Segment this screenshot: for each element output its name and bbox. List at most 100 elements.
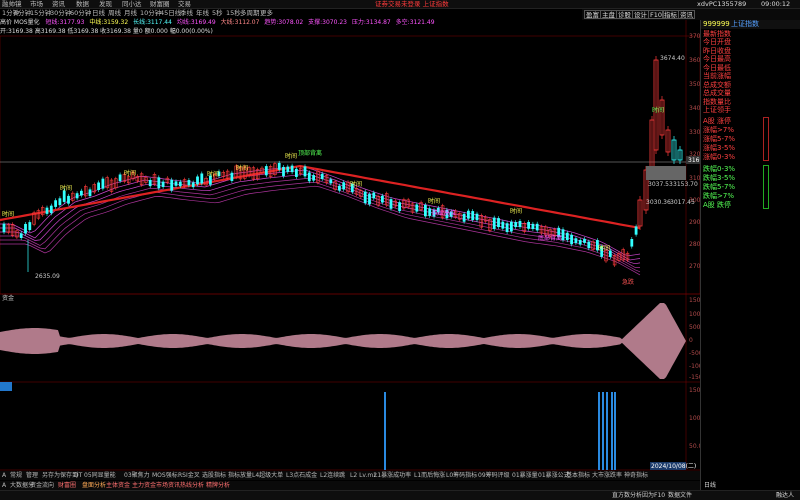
indicator-tab[interactable]: 01暴涨公式	[538, 471, 570, 480]
info-tab[interactable]: 主力资金	[132, 481, 156, 490]
indicator-tab[interactable]: DT	[74, 471, 82, 480]
stat-value: 跌停	[717, 201, 731, 209]
stat-label: A股	[703, 117, 715, 125]
candle-body	[342, 182, 346, 190]
candle-body	[630, 238, 634, 247]
stat-box-up	[763, 117, 769, 161]
stat-label: 涨幅	[703, 126, 717, 134]
quote-field: 上证领手	[703, 106, 731, 114]
annotation: 跌破高位	[432, 209, 456, 217]
info-tab[interactable]: 资金流向	[30, 481, 54, 490]
candle-body	[381, 195, 384, 203]
candle-body	[389, 199, 393, 209]
indicator-tab[interactable]: 基本指标	[566, 471, 590, 480]
candle-body	[28, 222, 32, 231]
candle-body	[312, 175, 315, 181]
indicator-tab[interactable]: L1而后悔涨	[414, 471, 445, 480]
info-tab[interactable]: 财富圈	[58, 481, 76, 490]
signal-label: 时间	[236, 164, 248, 172]
candle-body	[277, 162, 281, 170]
signal-bar	[384, 392, 386, 470]
indicator-tab[interactable]: L3点石成金	[286, 471, 317, 480]
candle-body	[101, 178, 105, 189]
stat-value: 0-3%	[717, 153, 736, 161]
ma-ribbons	[0, 164, 641, 276]
indicator-tab[interactable]: 01暴涨量	[512, 471, 538, 480]
candle-body	[535, 223, 539, 231]
status-right: 数据文件	[668, 492, 693, 499]
stat-value: >7%	[717, 126, 734, 134]
stat-value: 3-5%	[717, 174, 736, 182]
stat-label: 涨幅	[703, 135, 717, 143]
annotation: 顶部背离	[298, 149, 322, 157]
indicator-tab[interactable]: A	[2, 471, 6, 480]
indicator-tab[interactable]: 另存为	[42, 471, 60, 480]
signal-label: 时间	[652, 106, 664, 114]
candle-body	[45, 207, 49, 214]
candle-body	[424, 204, 427, 217]
candle-body	[587, 241, 591, 249]
indicator-tab[interactable]: 指标放量	[228, 471, 252, 480]
indicator-tab[interactable]: 常规	[10, 471, 22, 480]
indicator-tab[interactable]: 选股指标	[202, 471, 226, 480]
info-tab[interactable]: 热线分析	[180, 481, 204, 490]
indicator-tab[interactable]: RSI金叉	[178, 471, 200, 480]
candle-body	[2, 223, 6, 233]
signal-label: 时间	[598, 244, 610, 252]
info-tab[interactable]: A	[2, 481, 6, 490]
indicator-tab[interactable]: 神奇指标	[624, 471, 648, 480]
candle-body	[578, 240, 582, 245]
stat-label: 跌幅	[703, 165, 717, 173]
indicator-tab[interactable]: L4超级大单	[252, 471, 283, 480]
info-tab[interactable]: 盘面分析	[82, 481, 106, 490]
indicator-tab[interactable]: 大市涨跌率	[592, 471, 622, 480]
sub-panel-label: 资金	[2, 294, 14, 302]
info-tab[interactable]: 市场资讯	[156, 481, 180, 490]
annotation: 3030.36	[646, 199, 671, 206]
candle-body	[157, 177, 161, 189]
indicator-tab[interactable]: 09筹码评级	[478, 471, 510, 480]
indicator-tab[interactable]: 05同显量能	[84, 471, 116, 480]
indicator-tab[interactable]: 管理	[26, 471, 38, 480]
quote-field: 今日最高	[703, 55, 731, 63]
oscillator-area	[0, 303, 686, 379]
indicator-tab[interactable]: L1暴涨成功率	[374, 471, 411, 480]
candle-body	[505, 223, 509, 233]
signal-bars	[384, 392, 616, 470]
info-tab[interactable]: 主体资金	[106, 481, 130, 490]
candle-body	[467, 210, 470, 219]
info-tabs: A 大数据分 资金流向 财富圈 盘面分析 主体资金 主力资金 市场资讯 热线分析 精牌分析	[0, 481, 700, 490]
osc-tick: 500	[689, 324, 701, 331]
candle-body	[497, 218, 500, 228]
signal-label: 时间	[2, 210, 14, 218]
quote-field: 当前涨幅	[703, 72, 731, 80]
signal-label: 时间	[350, 180, 362, 188]
candle-body	[174, 181, 178, 186]
candle-body	[492, 217, 496, 229]
stat-value: 涨停	[717, 117, 731, 125]
chart-area[interactable]: 3169.4 3700 3600 3500 3400 3300 3200 310…	[0, 0, 800, 500]
candle-body	[196, 176, 199, 185]
stat-label: 涨幅	[703, 144, 717, 152]
indicator-tab[interactable]: 03聚焦力	[124, 471, 150, 480]
candle-body	[187, 180, 191, 186]
candle-body	[88, 189, 92, 197]
stat-value: 5-7%	[717, 183, 736, 191]
indicator-tab[interactable]: L0筹码指标	[446, 471, 477, 480]
candle-body	[75, 193, 79, 199]
indicator-tab[interactable]: MOS强标	[152, 471, 178, 480]
candle-body	[574, 238, 578, 244]
stat-box-down	[763, 165, 769, 209]
stock-code: 999999	[703, 20, 730, 28]
quote-header[interactable]: 999999 上证指数	[701, 20, 800, 29]
candle-body	[295, 168, 298, 177]
info-tab[interactable]: 精牌分析	[206, 481, 230, 490]
signal-label: 时间	[510, 207, 522, 215]
indicator-tab[interactable]: L2连续跳	[320, 471, 345, 480]
annotation: 3674.40	[660, 55, 685, 62]
indicator-tabs: A 常规 管理 另存为 保存到 DT 05同显量能 03聚焦力 MOS强标 RSI金叉 选股指标 指标…	[0, 471, 700, 480]
stat-label: 跌幅	[703, 183, 717, 191]
stat-label: A股	[703, 201, 715, 209]
candle-body	[118, 174, 122, 182]
quote-field: 总成交量	[703, 89, 731, 97]
